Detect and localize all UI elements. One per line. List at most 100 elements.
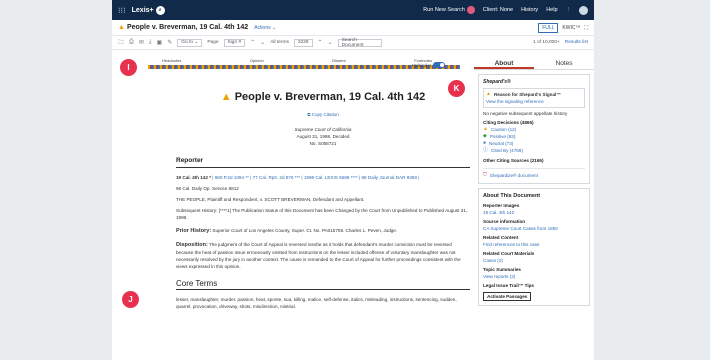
search-document-input[interactable]: Search Document (337, 38, 382, 48)
core-terms-heading: Core Terms (176, 279, 218, 288)
all-terms-label: All terms (270, 40, 289, 45)
parallel-citations[interactable]: | 960 P.2d 1094 ** | 77 Cal. Rptr. 2d 87… (212, 175, 419, 180)
reporter-line2: 98 Cal. Daily Op. Service 6812 (176, 186, 239, 191)
actions-menu[interactable]: Actions ⌄ (254, 25, 276, 31)
activate-passages-button[interactable]: Activate Passages (483, 292, 532, 301)
view-signaling-reference-link[interactable]: View the signaling reference (486, 98, 582, 105)
kwic-view-button[interactable]: KWIC™ (562, 25, 580, 31)
caution-icon: ▲ (483, 126, 488, 132)
positive-icon: ◆ (483, 133, 487, 139)
no-negative-history: No negative subsequent appellate history (483, 111, 568, 116)
case-heading: ▲ People v. Breverman, 19 Cal. 4th 142 (176, 91, 470, 103)
chevron-down-icon[interactable]: ⌄ (260, 39, 265, 46)
document-toolbar: 🗀 ⎙ ✉ ⤓ ▣ ✎ Go to ⌄ Page Sign # ⌃ ⌄ All … (112, 36, 594, 50)
chevron-up-icon[interactable]: ⌃ (250, 39, 255, 46)
signal-reason-row: ▲ Reason for Shepard's Signal™ (486, 91, 582, 98)
multicolor-toggle[interactable]: Multicolor (412, 62, 446, 68)
tab-about[interactable]: About (474, 58, 534, 69)
terms-count[interactable]: 2238 (293, 38, 313, 47)
term-down-icon[interactable]: ⌄ (328, 39, 333, 46)
annotate-icon[interactable]: ✎ (167, 39, 172, 46)
download-icon[interactable]: ⤓ (149, 39, 152, 46)
citing-neutral-label: Neutral (73) (489, 141, 514, 146)
prior-history: Prior History: Superior Court of Los Ang… (176, 227, 470, 235)
core-terms-list: lesser, manslaughter, murder, passion, h… (176, 297, 457, 309)
other-citing-sources-link[interactable]: Other Citing Sources (2165) (483, 157, 585, 164)
full-view-button[interactable]: FULL (538, 22, 559, 33)
citing-caution[interactable]: ▲ Caution (12) (483, 126, 585, 133)
reporter-images-link[interactable]: 19 Cal. 4th 142 (483, 209, 585, 216)
apps-grid-icon[interactable]: ⁝⁝⁝ (118, 6, 126, 15)
info-icon: ⓘ (483, 147, 489, 153)
shepardize-link: Shepardize® document (489, 173, 538, 178)
map-label-dissent[interactable]: Dissent (332, 58, 345, 63)
document-title-bar: ▲ People v. Breverman, 19 Cal. 4th 142 A… (112, 20, 594, 36)
topic-summaries-label: Topic Summaries (483, 267, 521, 272)
callout-marker-i: I (120, 59, 137, 76)
related-content-label: Related Content (483, 235, 519, 240)
multicolor-label: Multicolor (412, 62, 432, 68)
tab-notes[interactable]: Notes (534, 58, 594, 69)
parties: THE PEOPLE, Plaintiff and Respondent, v.… (176, 197, 365, 202)
run-new-search-button[interactable]: Run New Search (423, 6, 475, 14)
more-menu-icon[interactable]: ⋮ (566, 7, 572, 13)
divider (176, 167, 470, 168)
subsequent-history: Subsequent History: [****1] The Publicat… (176, 208, 468, 220)
prior-history-text: Superior Court of Los Angeles County, Su… (211, 228, 398, 233)
search-icon (466, 6, 475, 14)
signal-reason-box: ▲ Reason for Shepard's Signal™ View the s… (483, 88, 585, 108)
logo-text: Lexis+ (131, 6, 154, 14)
results-count: 1 of 10,000+ (532, 40, 560, 45)
caution-signal-icon[interactable]: ▲ (221, 91, 232, 103)
print-icon[interactable]: ⎙ (129, 39, 134, 46)
right-sidebar: About Notes Shepard's® ▲ Reason for Shepa… (474, 58, 594, 360)
source-information-link[interactable]: CA Supreme Court Cases from 1850 (483, 225, 585, 232)
expand-icon[interactable]: ⛶ (584, 25, 588, 31)
citing-neutral[interactable]: ● Neutral (73) (483, 140, 585, 147)
email-icon[interactable]: ✉ (139, 39, 144, 46)
user-avatar[interactable] (579, 5, 588, 15)
docket-number: No. S058721 (309, 141, 337, 146)
citing-positive-label: Positive (93) (489, 134, 516, 139)
shepardize-row[interactable]: ⛉ Shepardize® document (483, 168, 585, 179)
results-list-link[interactable]: Results list (565, 40, 588, 45)
save-icon[interactable]: ▣ (157, 39, 163, 46)
map-label-opinion[interactable]: Opinion (250, 58, 264, 63)
signal-reason-label: Reason for Shepard's Signal™ (493, 92, 561, 97)
reporter-primary: 19 Cal. 4th 142 * (176, 175, 213, 180)
copy-citation-link[interactable]: ⧉ Copy Citation (176, 111, 470, 118)
caution-signal-icon[interactable]: ▲ (118, 24, 125, 31)
related-court-materials-link[interactable]: Cases (2) (483, 257, 585, 264)
about-document-heading: About This Document (483, 193, 541, 199)
help-link[interactable]: Help (546, 7, 557, 13)
citing-decisions-link[interactable]: Citing Decisions (4865) (483, 119, 585, 126)
term-up-icon[interactable]: ⌃ (318, 39, 323, 46)
related-court-materials-label: Related Court Materials (483, 251, 535, 256)
related-content-link[interactable]: Find references to this case (483, 241, 585, 248)
legal-issue-trail[interactable]: Legal Issue Trail™ Tips (483, 282, 585, 289)
prior-history-label: Prior History: (176, 228, 212, 234)
topic-summaries-link[interactable]: View reports (2) (483, 273, 585, 280)
history-link[interactable]: History (521, 7, 538, 13)
lexis-logo[interactable]: Lexis+ ⌕ (131, 5, 165, 15)
shepards-title: Shepard's® (483, 79, 511, 85)
citing-cited-by[interactable]: ⓘ Cited By (4768) (483, 147, 585, 154)
about-document-card: About This Document Reporter Images 19 C… (478, 188, 590, 306)
citing-positive[interactable]: ◆ Positive (93) (483, 133, 585, 140)
map-label-headnotes[interactable]: Headnotes (162, 58, 181, 63)
court-name: Supreme Court of California (294, 127, 352, 132)
document-title: People v. Breverman, 19 Cal. 4th 142 (126, 24, 249, 31)
sidebar-tabs: About Notes (474, 58, 594, 70)
case-title: People v. Breverman, 19 Cal. 4th 142 (234, 91, 426, 103)
disposition-text: The judgment of the Court of Appeal is r… (176, 242, 461, 269)
top-navigation-bar: ⁝⁝⁝ Lexis+ ⌕ Run New Search Client: None … (112, 0, 594, 20)
toggle-switch[interactable] (433, 62, 446, 68)
client-selector[interactable]: Client: None (483, 7, 513, 13)
folder-icon[interactable]: 🗀 (118, 38, 124, 48)
copy-citation-label: Copy Citation (311, 112, 339, 117)
document-body: ▲ People v. Breverman, 19 Cal. 4th 142 ⧉… (112, 78, 470, 360)
reporter-images-label: Reporter Images (483, 203, 520, 208)
disposition-label: Disposition: (176, 242, 208, 248)
go-to-dropdown[interactable]: Go to ⌄ (177, 38, 203, 47)
page-input[interactable]: Sign # (223, 38, 246, 47)
